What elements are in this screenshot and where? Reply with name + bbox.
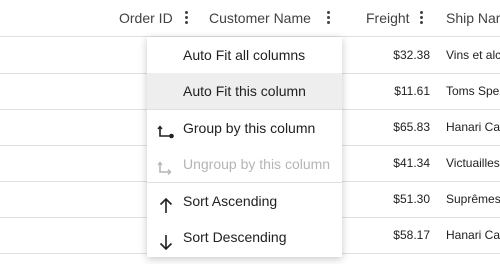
menu-item-auto-fit-this[interactable]: Auto Fit this column — [147, 73, 342, 109]
menu-item-label: Sort Descending — [183, 229, 287, 245]
arrow-up-icon — [157, 192, 175, 213]
freight-cell: $11.61 — [394, 84, 430, 98]
freight-cell: $32.38 — [393, 48, 430, 62]
column-header-order-id[interactable]: Order ID — [119, 0, 173, 36]
column-header-customer-name[interactable]: Customer Name — [209, 0, 311, 36]
freight-cell: $51.30 — [393, 192, 430, 206]
column-header-freight[interactable]: Freight — [366, 0, 410, 36]
menu-item-sort-ascending[interactable]: Sort Ascending — [147, 183, 342, 219]
group-icon — [157, 119, 175, 139]
column-menu: Auto Fit all columns Auto Fit this colum… — [147, 37, 342, 257]
ship-name-cell: Vins et alcools Chevalier — [446, 48, 500, 62]
ship-name-cell: Hanari Carnes — [446, 120, 500, 134]
menu-item-ungroup: Ungroup by this column — [147, 146, 342, 182]
menu-item-label: Sort Ascending — [183, 193, 278, 209]
ship-name-cell: Victuailles en stock — [446, 156, 500, 170]
freight-cell: $65.83 — [393, 120, 430, 134]
column-header-ship-name[interactable]: Ship Name — [446, 0, 500, 36]
column-menu-icon[interactable] — [418, 11, 424, 25]
menu-item-label: Auto Fit this column — [183, 83, 306, 99]
column-menu-icon[interactable] — [325, 11, 331, 25]
menu-item-label: Auto Fit all columns — [183, 47, 306, 63]
arrow-down-icon — [157, 228, 175, 251]
column-menu-icon[interactable] — [183, 11, 189, 25]
freight-cell: $41.34 — [393, 156, 430, 170]
ungroup-icon — [157, 155, 175, 175]
menu-item-sort-descending[interactable]: Sort Descending — [147, 219, 342, 255]
ship-name-cell: Toms Spezialitäten — [446, 84, 500, 98]
freight-cell: $58.17 — [393, 228, 430, 242]
ship-name-cell: Hanari Carnes — [446, 228, 500, 242]
menu-item-label: Ungroup by this column — [183, 156, 331, 172]
ship-name-cell: Suprêmes délices — [446, 192, 500, 206]
grid-header: Order ID Customer Name Freight Ship Name — [0, 0, 500, 37]
menu-item-auto-fit-all[interactable]: Auto Fit all columns — [147, 37, 342, 73]
menu-item-label: Group by this column — [183, 120, 316, 136]
menu-item-group[interactable]: Group by this column — [147, 110, 342, 146]
